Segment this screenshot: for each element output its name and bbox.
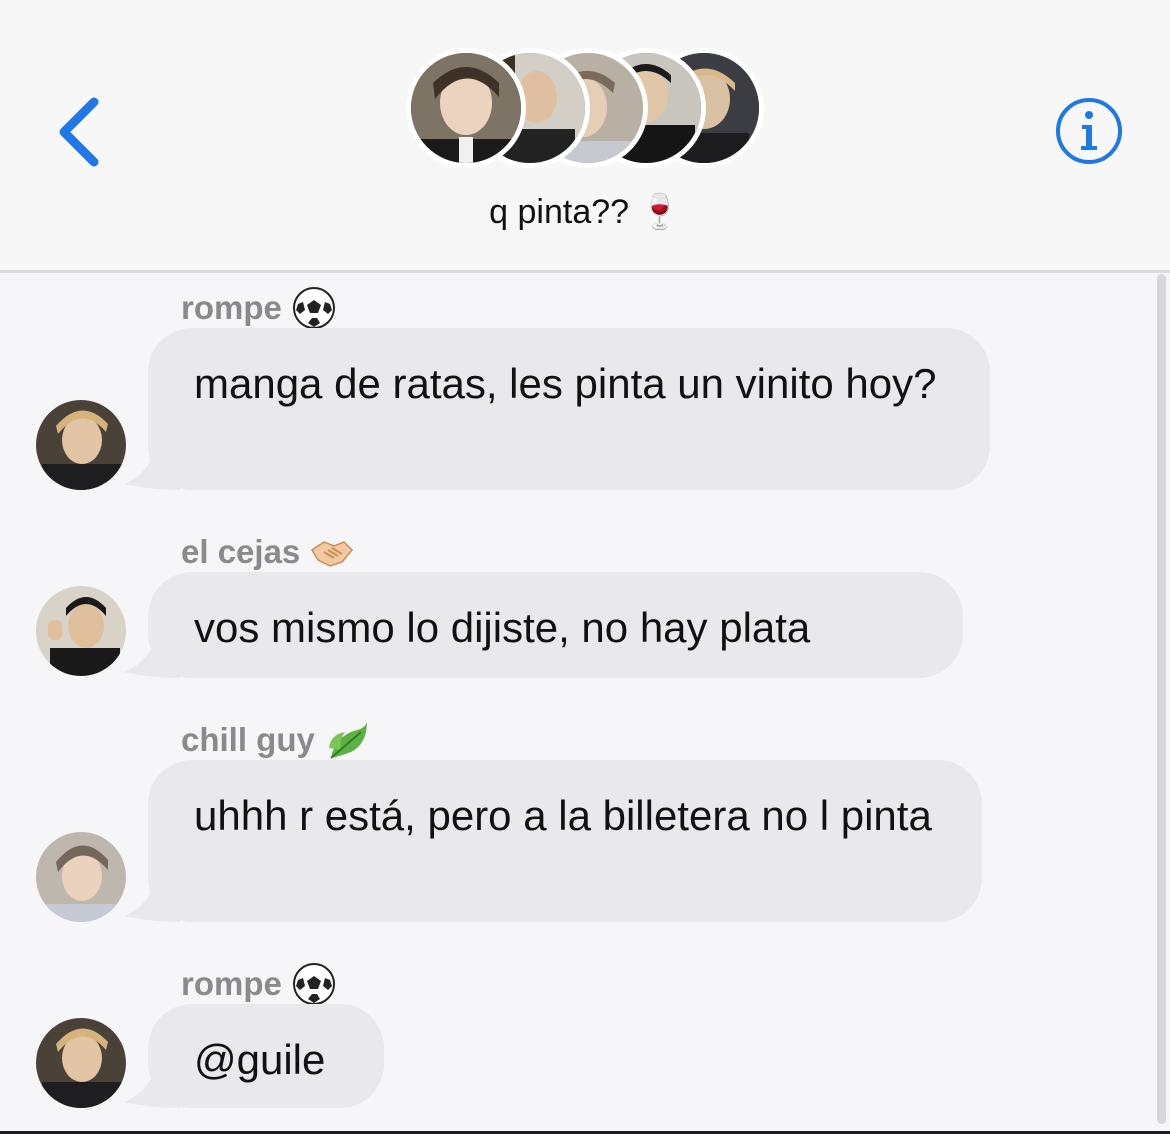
message-bubble[interactable]: manga de ratas, les pinta un vinito hoy? bbox=[148, 328, 990, 490]
avatar[interactable] bbox=[36, 586, 126, 676]
sender-name: rompe bbox=[181, 286, 336, 330]
bubble-tail bbox=[124, 872, 180, 922]
group-member-avatar bbox=[406, 48, 526, 168]
message-text: vos mismo lo dijiste, no hay plata bbox=[194, 604, 811, 651]
avatar[interactable] bbox=[36, 400, 126, 490]
info-icon bbox=[1056, 98, 1122, 164]
soccer-ball-icon bbox=[292, 287, 335, 329]
scrollbar[interactable] bbox=[1157, 274, 1166, 1124]
sender-name: rompe bbox=[181, 962, 336, 1006]
info-button[interactable] bbox=[1054, 96, 1124, 166]
handshake-icon bbox=[311, 541, 354, 567]
message-group: rompe manga de ratas, les pinta un vinit… bbox=[0, 280, 1150, 500]
message-group: rompe @guile bbox=[0, 956, 1150, 1116]
sender-name: el cejas bbox=[181, 530, 354, 574]
avatar[interactable] bbox=[36, 1018, 126, 1108]
group-name[interactable]: q pinta?? 🍷 bbox=[0, 192, 1170, 232]
leaf-icon bbox=[328, 722, 367, 759]
bubble-tail bbox=[124, 440, 180, 490]
message-bubble[interactable]: @guile bbox=[148, 1004, 384, 1108]
sender-name: chill guy bbox=[181, 718, 369, 762]
chevron-left-icon bbox=[59, 97, 99, 167]
message-text: @guile bbox=[194, 1036, 326, 1083]
message-group: el cejas vos mismo lo dijiste, no hay pl… bbox=[0, 524, 1150, 684]
conversation-header: q pinta?? 🍷 bbox=[0, 0, 1170, 273]
message-text: manga de ratas, les pinta un vinito hoy? bbox=[194, 360, 937, 407]
soccer-ball-icon bbox=[292, 963, 335, 1005]
message-bubble[interactable]: uhhh r está, pero a la billetera no l pi… bbox=[148, 760, 982, 922]
bubble-tail bbox=[124, 628, 180, 678]
message-text: uhhh r está, pero a la billetera no l pi… bbox=[194, 792, 932, 839]
message-bubble[interactable]: vos mismo lo dijiste, no hay plata bbox=[148, 572, 963, 678]
group-avatar-stack[interactable] bbox=[400, 44, 780, 176]
bubble-tail bbox=[124, 1058, 180, 1108]
message-group: chill guy uhhh r está, pero a la billete… bbox=[0, 712, 1150, 932]
avatar[interactable] bbox=[36, 832, 126, 922]
back-button[interactable] bbox=[48, 92, 118, 172]
